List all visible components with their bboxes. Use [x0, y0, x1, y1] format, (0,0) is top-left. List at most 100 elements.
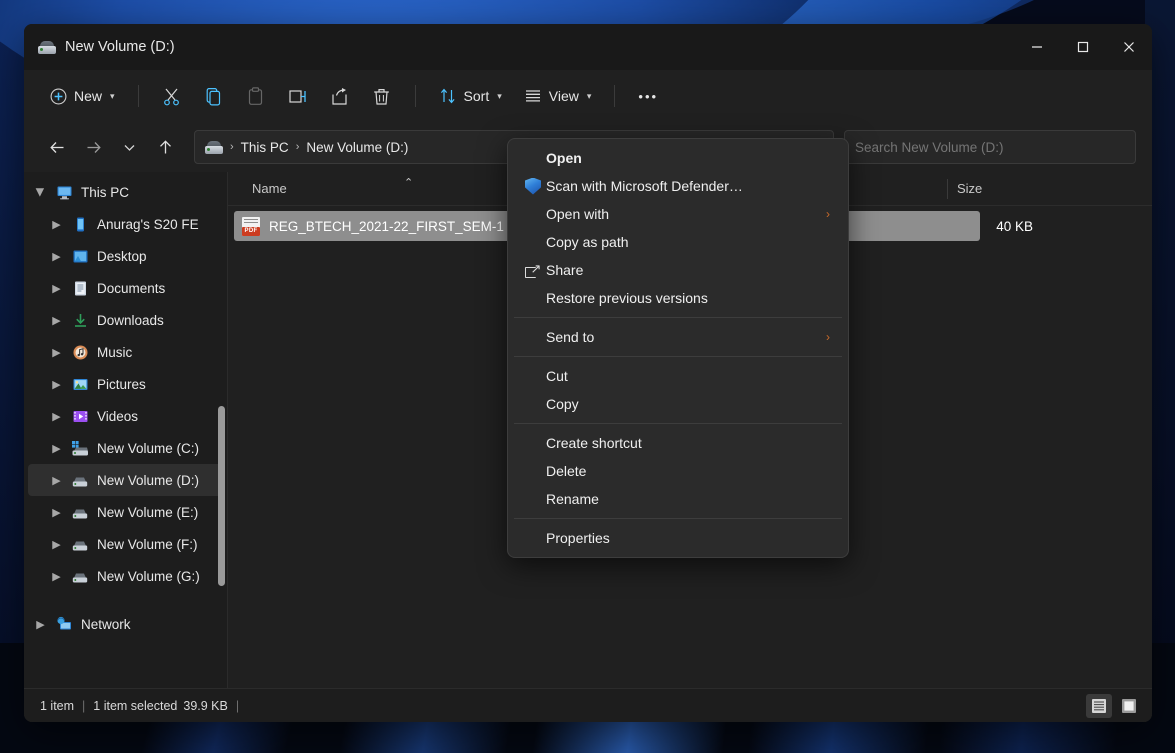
sidebar-item-documents[interactable]: ▶ Documents [28, 272, 224, 304]
sidebar-item-new-volume-c[interactable]: ▶ New Volume (C:) [28, 432, 224, 464]
view-button-label: View [549, 88, 579, 104]
chevron-right-icon[interactable]: ▶ [50, 218, 63, 231]
context-menu-item-scan-with-defender[interactable]: Scan with Microsoft Defender… [512, 172, 844, 200]
large-icons-view-button[interactable] [1116, 694, 1142, 718]
sidebar-item-network[interactable]: ▶ Network [28, 608, 224, 640]
file-size-cell: 40 KB [939, 219, 1049, 234]
drive-icon [71, 503, 89, 521]
breadcrumb-new-volume-d[interactable]: New Volume (D:) [306, 140, 408, 155]
item-count-label: 1 item [40, 699, 74, 713]
cut-button[interactable] [152, 79, 192, 113]
context-menu-item-share[interactable]: ↗ Share [512, 256, 844, 284]
breadcrumb-this-pc[interactable]: This PC [241, 140, 289, 155]
context-menu-item-copy[interactable]: Copy [512, 390, 844, 418]
context-menu-item-open[interactable]: Open [512, 144, 844, 172]
sidebar-label: Music [97, 345, 132, 360]
context-menu-item-create-shortcut[interactable]: Create shortcut [512, 429, 844, 457]
chevron-right-icon[interactable]: ▶ [50, 250, 63, 263]
sidebar-label: New Volume (F:) [97, 537, 198, 552]
sidebar-scrollbar[interactable] [218, 406, 225, 586]
chevron-down-icon: ▾ [110, 91, 115, 102]
sidebar-item-videos[interactable]: ▶ Videos [28, 400, 224, 432]
up-button[interactable] [148, 130, 182, 164]
chevron-right-icon[interactable]: ▶ [50, 570, 63, 583]
paste-button[interactable] [236, 79, 276, 113]
minimize-button[interactable] [1014, 24, 1060, 70]
chevron-right-icon[interactable]: ▶ [50, 346, 63, 359]
chevron-right-icon[interactable]: ▶ [50, 474, 63, 487]
trash-icon [372, 87, 391, 106]
chevron-right-icon[interactable]: ▶ [50, 314, 63, 327]
desktop: New Volume (D:) [0, 0, 1175, 753]
breadcrumb-separator: › [230, 141, 234, 153]
context-menu-label: Copy as path [546, 234, 629, 250]
context-menu-label: Restore previous versions [546, 290, 708, 306]
sidebar-item-desktop[interactable]: ▶ Desktop [28, 240, 224, 272]
search-input[interactable] [855, 140, 1125, 155]
context-menu-label: Open with [546, 206, 609, 222]
sidebar-item-music[interactable]: ▶ Music [28, 336, 224, 368]
window-controls [1014, 24, 1152, 70]
sidebar-item-this-pc[interactable]: ▶ This PC [28, 176, 224, 208]
context-menu-item-open-with[interactable]: Open with › [512, 200, 844, 228]
details-view-button[interactable] [1086, 694, 1112, 718]
pane-divider[interactable] [227, 172, 228, 688]
navigation-pane: ▶ This PC ▶ Anurag's S20 FE ▶ [24, 172, 228, 688]
new-button[interactable]: New ▾ [40, 79, 125, 113]
clipboard-icon [246, 87, 265, 106]
pdf-badge-label: PDF [242, 227, 260, 236]
monitor-icon [55, 183, 73, 201]
sidebar-item-new-volume-f[interactable]: ▶ New Volume (F:) [28, 528, 224, 560]
recent-locations-button[interactable] [112, 130, 146, 164]
status-divider: | [82, 699, 85, 713]
context-menu-separator [514, 518, 842, 519]
rename-button[interactable] [278, 79, 318, 113]
forward-button[interactable] [76, 130, 110, 164]
context-menu-item-delete[interactable]: Delete [512, 457, 844, 485]
context-menu-label: Share [546, 262, 583, 278]
context-menu-separator [514, 423, 842, 424]
context-menu-item-properties[interactable]: Properties [512, 524, 844, 552]
sort-ascending-icon: ⌃ [404, 176, 413, 189]
column-label: Name [252, 181, 287, 196]
sort-button[interactable]: Sort ▾ [429, 79, 512, 113]
sidebar-label: New Volume (G:) [97, 569, 200, 584]
sidebar-item-new-volume-d[interactable]: ▶ New Volume (D:) [28, 464, 224, 496]
share-icon [330, 87, 349, 106]
column-header-size[interactable]: Size [947, 172, 1057, 206]
chevron-right-icon[interactable]: ▶ [50, 378, 63, 391]
chevron-right-icon[interactable]: ▶ [50, 282, 63, 295]
share-button[interactable] [320, 79, 360, 113]
context-menu-item-rename[interactable]: Rename [512, 485, 844, 513]
chevron-right-icon[interactable]: ▶ [50, 538, 63, 551]
copy-button[interactable] [194, 79, 234, 113]
more-options-button[interactable]: ••• [628, 79, 668, 113]
maximize-button[interactable] [1060, 24, 1106, 70]
chevron-right-icon[interactable]: ▶ [50, 442, 63, 455]
view-button[interactable]: View ▾ [514, 79, 602, 113]
context-menu-item-cut[interactable]: Cut [512, 362, 844, 390]
download-icon [71, 311, 89, 329]
chevron-right-icon[interactable]: ▶ [34, 186, 47, 199]
phone-icon [71, 215, 89, 233]
sidebar-item-downloads[interactable]: ▶ Downloads [28, 304, 224, 336]
sidebar-label: Pictures [97, 377, 146, 392]
context-menu-item-restore-previous-versions[interactable]: Restore previous versions [512, 284, 844, 312]
chevron-right-icon[interactable]: ▶ [34, 618, 47, 631]
close-button[interactable] [1106, 24, 1152, 70]
delete-button[interactable] [362, 79, 402, 113]
sidebar-item-pictures[interactable]: ▶ Pictures [28, 368, 224, 400]
context-menu-item-send-to[interactable]: Send to › [512, 323, 844, 351]
chevron-right-icon[interactable]: ▶ [50, 410, 63, 423]
pdf-file-icon: PDF [242, 217, 260, 236]
sidebar-label: Network [81, 617, 131, 632]
title-bar-left: New Volume (D:) [24, 39, 1014, 55]
sidebar-item-new-volume-g[interactable]: ▶ New Volume (G:) [28, 560, 224, 592]
chevron-right-icon[interactable]: ▶ [50, 506, 63, 519]
sidebar-item-new-volume-e[interactable]: ▶ New Volume (E:) [28, 496, 224, 528]
search-box[interactable] [844, 130, 1136, 164]
context-menu-item-copy-as-path[interactable]: Copy as path [512, 228, 844, 256]
sidebar-item-anurags-s20-fe[interactable]: ▶ Anurag's S20 FE [28, 208, 224, 240]
status-bar: 1 item | 1 item selected 39.9 KB | [24, 688, 1152, 722]
back-button[interactable] [40, 130, 74, 164]
